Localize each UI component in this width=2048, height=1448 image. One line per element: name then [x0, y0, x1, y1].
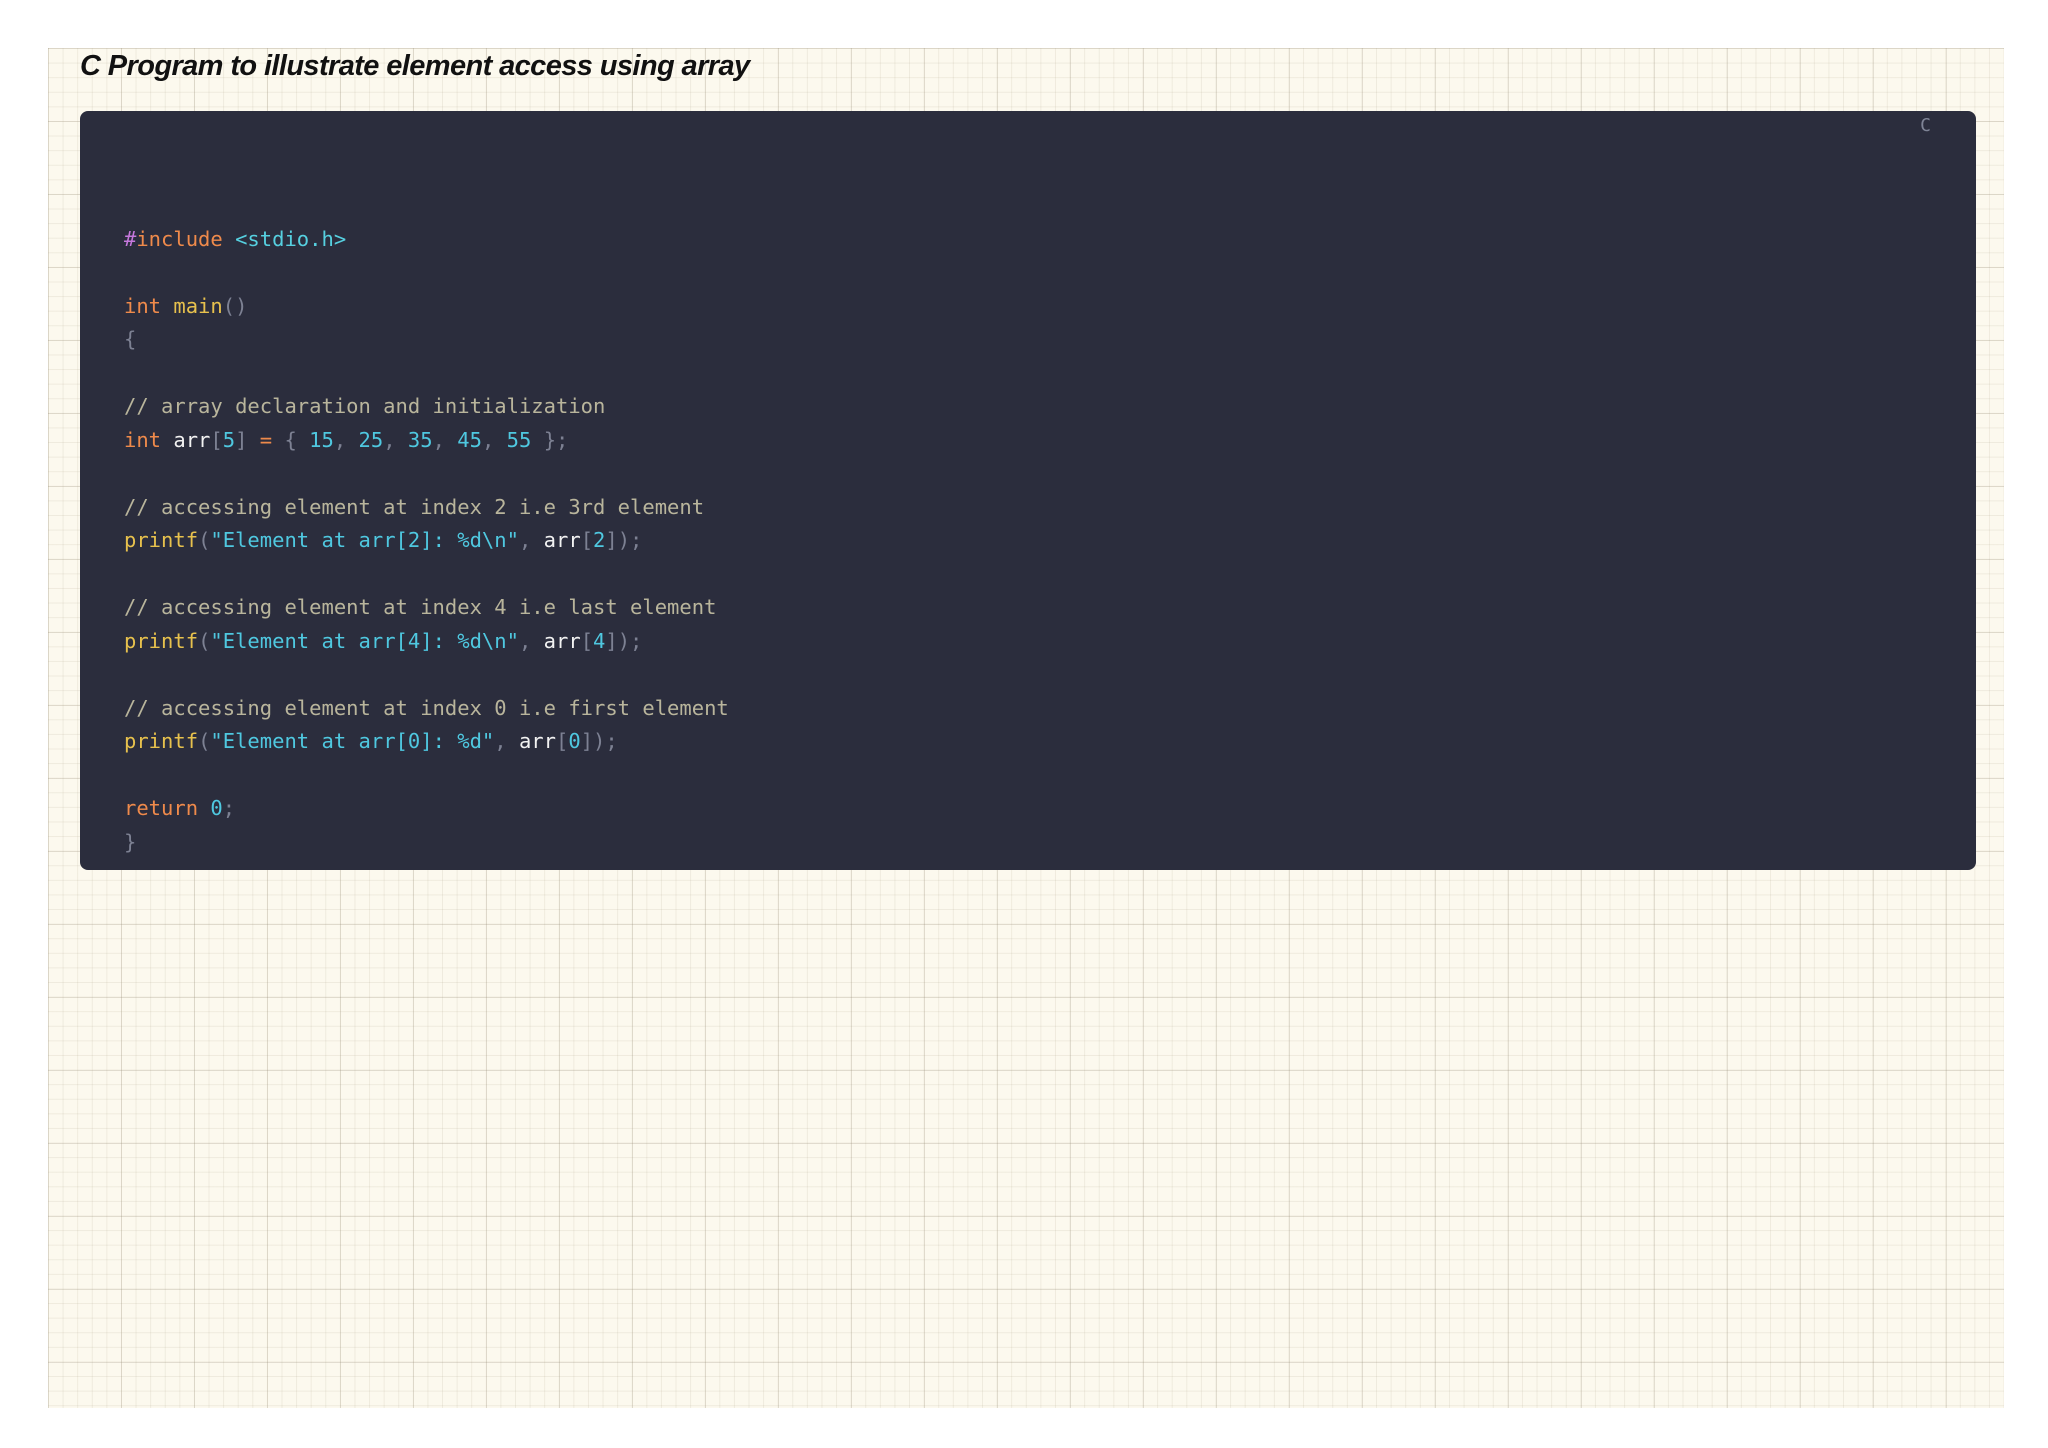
- code-block: C #include <stdio.h> int main() { // array …: [80, 111, 1976, 870]
- code-token: [: [210, 427, 223, 452]
- code-token: }: [124, 829, 137, 854]
- code-line: // array declaration and initialization: [124, 390, 729, 424]
- code-line: int arr[5] = { 15, 25, 35, 45, 55 };: [124, 424, 729, 458]
- code-token: 2: [593, 528, 606, 552]
- code-token: // accessing element at index 4 i.e last…: [124, 595, 717, 619]
- code-token: (: [198, 729, 211, 753]
- code-line: #include <stdio.h>: [124, 223, 729, 257]
- code-token: 35: [407, 427, 433, 452]
- code-line: printf("Element at arr[0]: %d", arr[0]);: [124, 725, 729, 759]
- code-token: arr: [173, 427, 211, 452]
- code-token: // accessing element at index 0 i.e firs…: [124, 695, 729, 720]
- code-line: int main(): [124, 290, 729, 324]
- code-token: ,: [481, 427, 495, 452]
- code-token: printf: [124, 628, 199, 653]
- code-token: ]);: [580, 729, 618, 753]
- code-line: // accessing element at index 4 i.e last…: [124, 591, 729, 625]
- code-token: 0: [568, 729, 581, 753]
- code-token: printf: [124, 729, 199, 753]
- code-token: 4: [593, 628, 606, 653]
- code-token: ,: [383, 427, 396, 452]
- code-token: 45: [457, 427, 482, 452]
- code-language-label: C: [1920, 115, 1931, 136]
- code-token: "Element at arr[0]: %d": [210, 729, 495, 753]
- code-token: arr: [518, 729, 556, 753]
- code-token: (: [198, 528, 211, 552]
- code-line: {: [124, 323, 729, 357]
- code-token: printf: [124, 528, 199, 552]
- code-line: }: [124, 826, 729, 860]
- code-token: int: [124, 293, 162, 318]
- code-token: ,: [494, 729, 507, 753]
- code-token: {: [124, 327, 137, 351]
- code-token: main: [173, 293, 223, 318]
- code-token: ,: [432, 427, 445, 452]
- page-title: C Program to illustrate element access u…: [80, 50, 750, 82]
- code-token: ,: [518, 628, 532, 653]
- code-token: 0: [210, 796, 223, 820]
- code-token: <stdio.h>: [235, 226, 347, 251]
- code-line: // accessing element at index 2 i.e 3rd …: [124, 491, 729, 525]
- code-token: int: [124, 427, 162, 452]
- code-token: include: [136, 226, 223, 251]
- code-token: // accessing element at index 2 i.e 3rd …: [124, 494, 705, 519]
- code-token: "Element at arr[2]: %d\n": [210, 528, 519, 552]
- code-token: ]: [235, 427, 248, 452]
- code-line: // accessing element at index 0 i.e firs…: [124, 692, 729, 726]
- code-token: arr: [543, 528, 581, 552]
- code-token: 5: [222, 427, 236, 452]
- code-line: printf("Element at arr[2]: %d\n", arr[2]…: [124, 524, 729, 558]
- code-token: [: [580, 628, 594, 653]
- code-content: #include <stdio.h> int main() { // array de…: [124, 189, 729, 859]
- code-token: {: [284, 427, 297, 452]
- code-token: (: [198, 628, 211, 653]
- code-token: 55: [506, 427, 532, 452]
- code-token: =: [259, 427, 273, 452]
- code-token: [: [580, 528, 594, 552]
- code-token: 25: [358, 427, 384, 452]
- code-token: // array declaration and initialization: [124, 394, 606, 418]
- code-token: return: [124, 796, 199, 820]
- code-line: return 0;: [124, 792, 729, 826]
- code-token: [: [556, 729, 569, 753]
- code-token: 15: [309, 427, 334, 452]
- code-token: ;: [222, 796, 236, 820]
- code-token: "Element at arr[4]: %d\n": [210, 628, 519, 653]
- code-token: ]);: [605, 628, 643, 653]
- code-token: ]);: [605, 528, 643, 552]
- code-line: printf("Element at arr[4]: %d\n", arr[4]…: [124, 625, 729, 659]
- code-token: (): [222, 293, 248, 318]
- code-token: };: [543, 427, 569, 452]
- code-token: ,: [518, 528, 532, 552]
- code-token: #: [124, 226, 137, 251]
- code-token: arr: [543, 628, 581, 653]
- code-token: ,: [333, 427, 347, 452]
